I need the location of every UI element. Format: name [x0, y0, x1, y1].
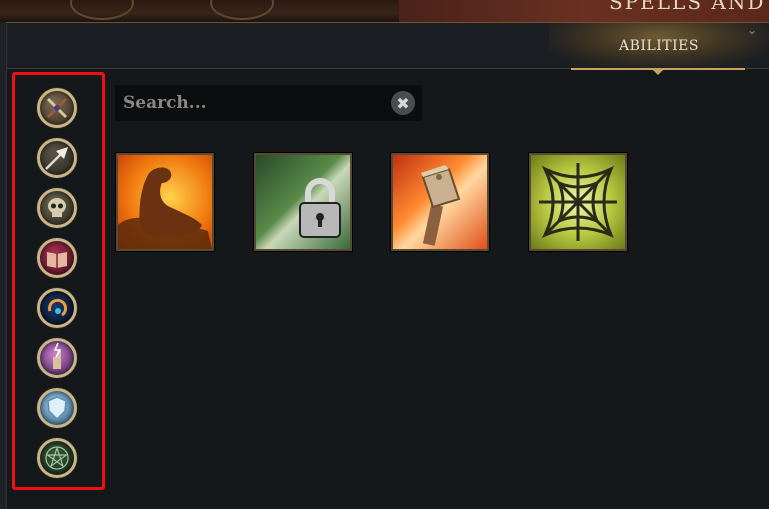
tab-abilities-label: ABILITIES: [619, 37, 699, 54]
ornament-swirl: [210, 0, 274, 20]
crossed-weapons-icon: [46, 97, 68, 119]
arrow-icon: [45, 147, 68, 170]
flexed-arm-icon: [118, 167, 212, 249]
ability-tile[interactable]: [116, 153, 214, 251]
skull-icon: [48, 198, 66, 217]
top-banner: SPELLS AND A: [0, 0, 769, 23]
swirl-orb-icon: [48, 298, 67, 317]
chevron-down-icon: ⌄: [746, 23, 757, 37]
category-spellbook[interactable]: [37, 238, 77, 278]
category-evocation[interactable]: [37, 338, 77, 378]
tab-bar: ABILITIES ⌄: [7, 23, 769, 75]
category-warlock[interactable]: [37, 438, 77, 478]
padlock-icon: [299, 178, 341, 238]
category-ranged[interactable]: [37, 138, 77, 178]
pentagram-icon: [45, 446, 69, 470]
spider-web-icon: [539, 163, 617, 241]
ability-tile[interactable]: [254, 153, 352, 251]
category-abjuration[interactable]: [37, 388, 77, 428]
category-crossed-weapons[interactable]: [37, 88, 77, 128]
spellbook-icon: [47, 252, 67, 268]
window-frame: [0, 22, 7, 509]
search-box: ✖: [115, 85, 422, 121]
lightning-hand-icon: [53, 342, 62, 369]
active-tab-notch: [653, 70, 663, 75]
category-necromancy[interactable]: [37, 188, 77, 228]
category-sidebar: [12, 72, 105, 490]
ability-tile[interactable]: [529, 153, 627, 251]
category-arcane[interactable]: [37, 288, 77, 328]
search-input[interactable]: [123, 89, 383, 117]
close-icon: ✖: [396, 93, 410, 113]
clear-search-button[interactable]: ✖: [391, 91, 415, 115]
tab-abilities[interactable]: ABILITIES: [549, 23, 769, 68]
banner-title: SPELLS AND A: [609, 0, 769, 14]
hammer-icon: [421, 165, 461, 246]
ornament-swirl: [70, 0, 134, 20]
shield-icon: [47, 396, 67, 421]
ability-tile[interactable]: [391, 153, 489, 251]
